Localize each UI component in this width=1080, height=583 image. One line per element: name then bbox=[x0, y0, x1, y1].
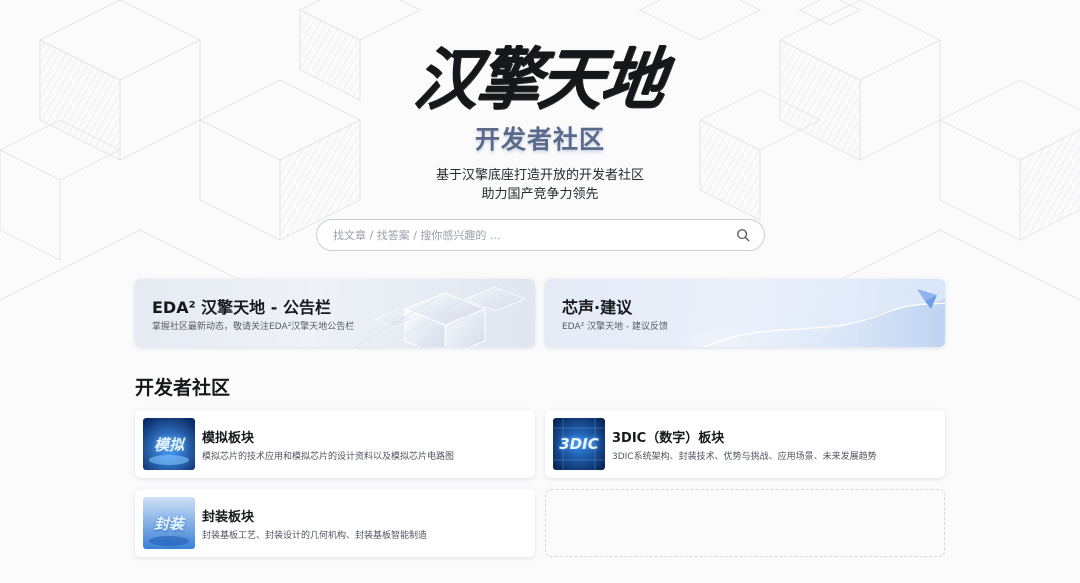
logo: 汉擎天地 bbox=[0, 28, 1080, 120]
feedback-banner[interactable]: 芯声·建议 EDA² 汉擎天地 - 建议反馈 bbox=[545, 279, 945, 347]
card-title: 封装板块 bbox=[202, 510, 255, 525]
logo-text: 汉擎天地 bbox=[409, 40, 669, 120]
banner-description: 掌握社区最新动态，敬请关注EDA²汉擎天地公告栏 bbox=[152, 322, 355, 332]
search-input[interactable] bbox=[333, 228, 736, 242]
card-description: 模拟芯片的技术应用和模拟芯片的设计资料以及模拟芯片电路图 bbox=[202, 452, 455, 462]
analog-thumbnail: 模拟 bbox=[143, 418, 195, 470]
glass-cubes-illustration bbox=[354, 286, 527, 347]
thumbnail-label: 模拟 bbox=[153, 435, 184, 454]
packaging-forum-card[interactable]: 封装 封装板块 封装基板工艺、封装设计的几何机构、封装基板智能制造 bbox=[135, 489, 535, 557]
announcement-banner[interactable]: EDA² 汉擎天地 - 公告栏 掌握社区最新动态，敬请关注EDA²汉擎天地公告栏 bbox=[135, 279, 535, 347]
section-title: 开发者社区 bbox=[135, 377, 231, 399]
packaging-thumbnail: 封装 bbox=[143, 497, 195, 549]
thumbnail-label: 3DIC bbox=[559, 435, 599, 453]
empty-card-slot bbox=[545, 489, 945, 557]
community-subtitle: 开发者社区 bbox=[474, 125, 605, 154]
search-icon[interactable] bbox=[736, 228, 750, 242]
analog-forum-card[interactable]: 模拟 模拟板块 模拟芯片的技术应用和模拟芯片的设计资料以及模拟芯片电路图 bbox=[135, 410, 535, 478]
3dic-thumbnail: 3DIC bbox=[553, 418, 605, 470]
card-description: 封装基板工艺、封装设计的几何机构、封装基板智能制造 bbox=[202, 531, 428, 541]
tagline-primary: 基于汉擎底座打造开放的开发者社区 bbox=[435, 168, 644, 183]
card-title: 3DIC（数字）板块 bbox=[612, 431, 725, 446]
banner-description: EDA² 汉擎天地 - 建议反馈 bbox=[562, 322, 669, 332]
page: 汉擎天地 开发者社区 基于汉擎底座打造开放的开发者社区 助力国产竞争力领先 找文… bbox=[0, 0, 1080, 583]
banner-title: EDA² 汉擎天地 - 公告栏 bbox=[152, 298, 331, 317]
card-description: 3DIC系统架构、封装技术、优势与挑战、应用场景、未来发展趋势 bbox=[612, 452, 877, 462]
3dic-forum-card[interactable]: 3DIC 3DIC（数字）板块 3DIC系统架构、封装技术、优势与挑战、应用场景… bbox=[545, 410, 945, 478]
thumbnail-label: 封装 bbox=[153, 514, 184, 533]
tagline-secondary: 助力国产竞争力领先 bbox=[481, 187, 599, 202]
card-title: 模拟板块 bbox=[202, 431, 255, 446]
banner-title: 芯声·建议 bbox=[562, 298, 633, 317]
wave-illustration bbox=[685, 289, 945, 347]
search-box[interactable] bbox=[316, 219, 765, 251]
